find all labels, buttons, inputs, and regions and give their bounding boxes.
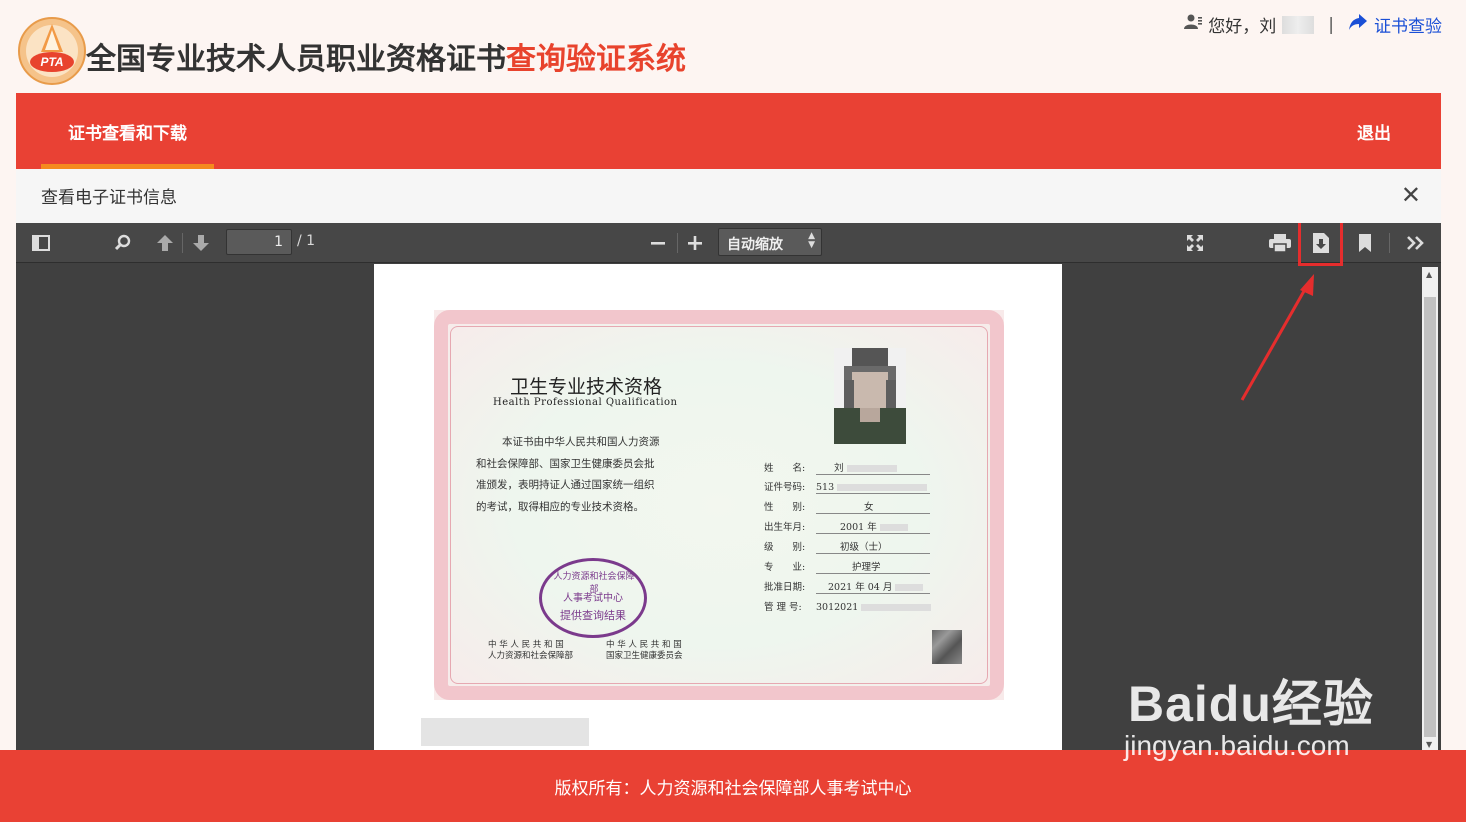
vertical-scrollbar[interactable]: ▲ ▼	[1422, 267, 1438, 750]
main-nav: 证书查看和下载 退出	[16, 93, 1441, 169]
zoom-select[interactable]: 自动缩放 ▲ ▼	[718, 228, 822, 256]
toolbar-divider	[1389, 233, 1390, 253]
pdf-toolbar: 1 / 1 自动缩放 ▲ ▼	[16, 223, 1441, 266]
baidu-watermark: Baidu经验 jingyan.baidu.com	[1124, 676, 1374, 761]
verify-certificate-link[interactable]: 证书查验	[1374, 12, 1442, 37]
tab-certificate-view-download[interactable]: 证书查看和下载	[41, 93, 214, 169]
zoom-in-icon[interactable]	[685, 231, 705, 255]
header-separator: |	[1328, 14, 1334, 35]
svg-text:PTA: PTA	[40, 55, 63, 69]
page-title: 全国专业技术人员职业资格证书查询验证系统	[86, 42, 686, 77]
redacted-value	[861, 604, 932, 611]
zoom-out-icon[interactable]	[648, 231, 668, 255]
user-box: 您好，刘 | 证书查验	[1184, 12, 1442, 37]
qr-code	[932, 630, 962, 664]
certificate: 卫生专业技术资格 Health Professional Qualificati…	[434, 310, 1004, 700]
toolbar-divider	[677, 233, 678, 253]
redacted-footer-text	[421, 718, 589, 746]
field-management-number: 管 理 号: 3012021	[764, 599, 932, 613]
page-count: / 1	[297, 233, 316, 249]
copyright-text: 版权所有：人力资源和社会保障部人事考试中心	[554, 778, 912, 799]
field-id-number: 证件号码: 513	[764, 479, 930, 494]
field-gender: 性 别: 女	[764, 499, 930, 514]
scroll-up-icon[interactable]: ▲	[1426, 270, 1432, 279]
redacted-value	[879, 524, 908, 531]
issuer-right: 中 华 人 民 共 和 国 国家卫生健康委员会	[606, 640, 683, 661]
panel-header: 查看电子证书信息 ✕	[16, 169, 1441, 223]
redacted-value	[837, 484, 928, 491]
certificate-title-cn: 卫生专业技术资格	[510, 376, 663, 398]
official-seal: 人力资源和社会保障部 人事考试中心 提供查询结果	[539, 558, 647, 638]
certificate-title-en: Health Professional Qualification	[493, 397, 678, 408]
search-icon[interactable]	[112, 231, 134, 255]
redacted-value	[846, 465, 897, 472]
close-icon[interactable]: ✕	[1401, 181, 1421, 209]
holder-photo	[834, 348, 906, 444]
pta-logo: PTA	[17, 16, 87, 86]
share-arrow-icon[interactable]	[1348, 13, 1368, 36]
page-number-input[interactable]: 1	[226, 229, 292, 255]
page-title-accent: 查询验证系统	[506, 42, 686, 77]
annotation-arrow	[1230, 270, 1330, 414]
presentation-mode-icon[interactable]	[1184, 231, 1206, 255]
sidebar-toggle-icon[interactable]	[30, 231, 52, 255]
tools-chevron-icon[interactable]	[1404, 231, 1428, 255]
field-major: 专 业: 护理学	[764, 559, 930, 574]
user-icon	[1184, 14, 1203, 35]
issuer-left: 中 华 人 民 共 和 国 人力资源和社会保障部	[488, 640, 574, 661]
pdf-page: 卫生专业技术资格 Health Professional Qualificati…	[374, 264, 1062, 750]
redacted-value	[895, 584, 924, 591]
bookmark-icon[interactable]	[1356, 231, 1374, 255]
field-name: 姓 名: 刘	[764, 460, 930, 475]
zoom-select-value: 自动缩放	[727, 237, 783, 253]
select-arrows-icon: ▲ ▼	[808, 231, 815, 250]
field-level: 级 别: 初级（士）	[764, 539, 930, 554]
certificate-statement: 本证书由中华人民共和国人力资源 和社会保障部、国家卫生健康委员会批 准颁发，表明…	[476, 436, 660, 513]
user-greeting: 您好，刘	[1208, 17, 1277, 37]
print-icon[interactable]	[1268, 231, 1292, 255]
scrollbar-thumb[interactable]	[1424, 297, 1436, 737]
redacted-username	[1282, 15, 1315, 34]
logout-link[interactable]: 退出	[1357, 93, 1391, 169]
field-birth: 出生年月: 2001 年	[764, 519, 930, 534]
toolbar-divider	[182, 233, 183, 253]
scroll-down-icon[interactable]: ▼	[1426, 740, 1432, 749]
next-page-icon[interactable]	[190, 231, 212, 255]
panel-title: 查看电子证书信息	[41, 188, 177, 208]
download-highlight-box	[1298, 223, 1343, 266]
field-approval-date: 批准日期: 2021 年 04 月	[764, 579, 930, 594]
previous-page-icon[interactable]	[154, 231, 176, 255]
